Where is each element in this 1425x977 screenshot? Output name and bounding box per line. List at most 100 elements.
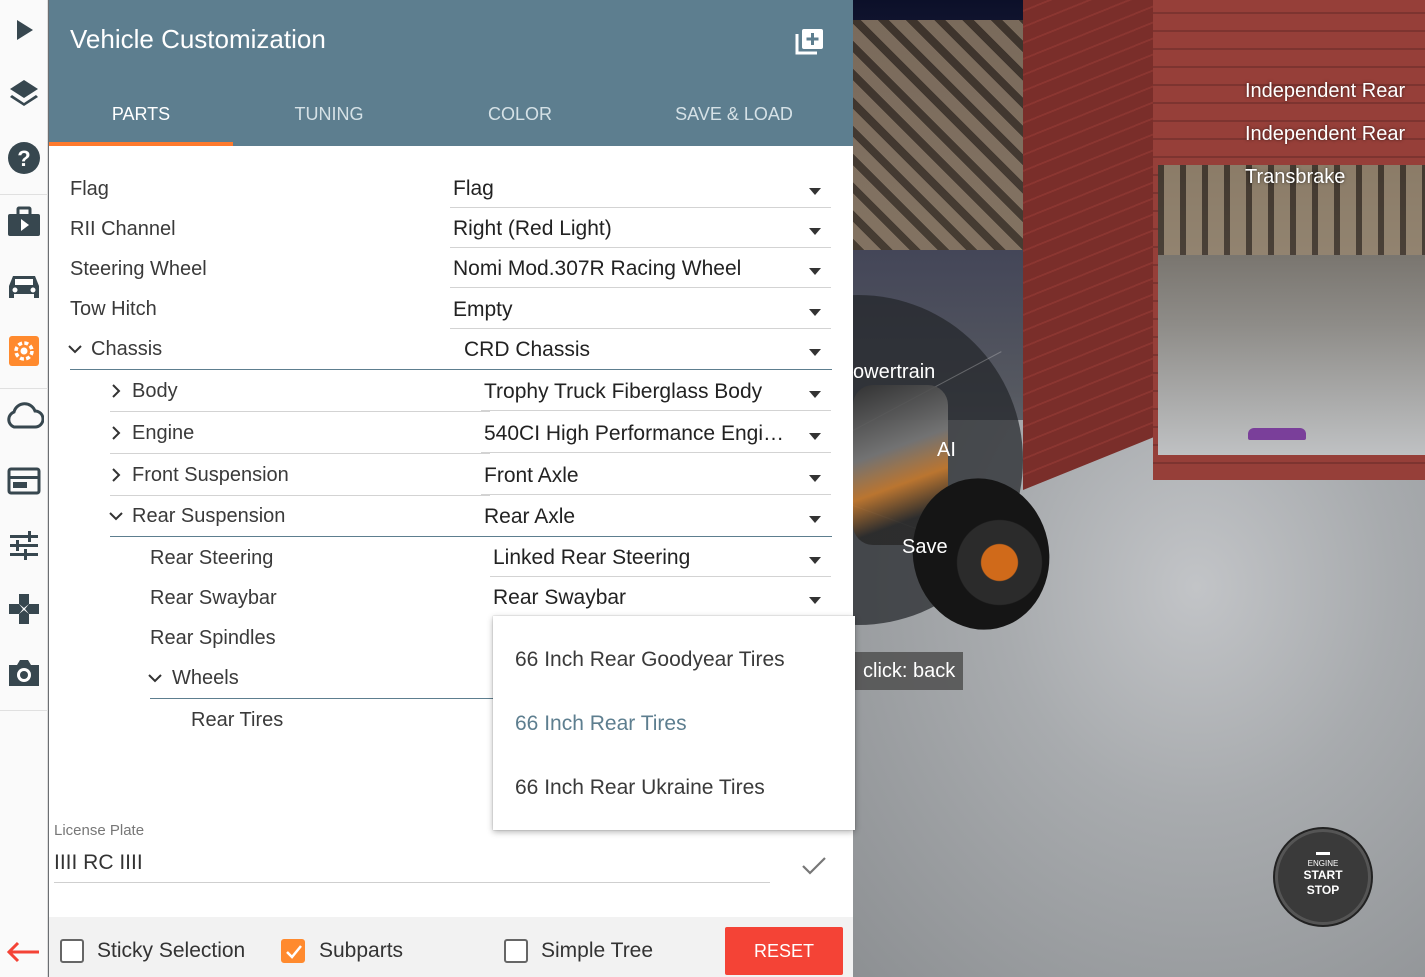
part-select-steering-wheel[interactable]: Nomi Mod.307R Racing Wheel <box>450 254 831 288</box>
settings-icon[interactable] <box>0 321 48 381</box>
checkmark-icon <box>286 945 302 959</box>
part-label-engine[interactable]: Engine <box>132 422 194 445</box>
app-icon-rail: ? <box>0 0 48 977</box>
active-tab-indicator <box>49 142 233 146</box>
chevron-down-icon[interactable] <box>109 509 123 523</box>
rail-divider <box>0 710 48 711</box>
cloud-icon[interactable] <box>0 386 48 446</box>
part-select-front-suspension[interactable]: Front Axle <box>481 461 831 495</box>
part-select-chassis[interactable]: CRD Chassis <box>461 335 831 369</box>
chevron-down-icon[interactable] <box>68 342 82 356</box>
part-select-value: Linked Rear Steering <box>493 546 691 569</box>
part-label-steering-wheel: Steering Wheel <box>70 258 207 280</box>
play-icon[interactable] <box>0 0 48 60</box>
engine-button-stop: STOP <box>1306 883 1340 897</box>
part-select-rear-swaybar[interactable]: Rear Swaybar <box>490 583 831 617</box>
chevron-down-icon[interactable] <box>148 671 162 685</box>
radial-item-ai[interactable]: AI <box>937 439 956 462</box>
engine-indicator <box>1316 852 1330 855</box>
simple-tree-checkbox[interactable] <box>504 939 528 963</box>
overlay-item: Independent Rear <box>1245 123 1406 145</box>
tab-color[interactable]: COLOR <box>425 86 615 146</box>
part-select-value: Nomi Mod.307R Racing Wheel <box>453 257 742 280</box>
dropdown-caret-icon <box>809 188 821 195</box>
camera-icon[interactable] <box>0 643 48 703</box>
part-label-body[interactable]: Body <box>132 380 178 403</box>
panel-title: Vehicle Customization <box>70 24 326 54</box>
part-select-rear-steering[interactable]: Linked Rear Steering <box>490 543 831 577</box>
dropdown-caret-icon <box>809 228 821 235</box>
radial-item-powertrain[interactable]: owertrain <box>853 361 935 384</box>
svg-text:?: ? <box>17 146 30 171</box>
chevron-right-icon[interactable] <box>109 384 123 398</box>
overlay-item: Independent Rear <box>1245 80 1406 102</box>
rear-tires-dropdown-menu: 66 Inch Rear Goodyear Tires 66 Inch Rear… <box>493 616 855 830</box>
car-icon[interactable] <box>0 257 48 317</box>
popout-icon[interactable] <box>795 27 825 55</box>
layers-icon[interactable] <box>0 63 48 123</box>
part-select-flag[interactable]: Flag <box>450 174 831 208</box>
dropdown-caret-icon <box>809 268 821 275</box>
sticky-selection-label[interactable]: Sticky Selection <box>97 939 245 963</box>
part-select-tow-hitch[interactable]: Empty <box>450 295 831 329</box>
dropdown-option[interactable]: 66 Inch Rear Goodyear Tires <box>515 648 785 672</box>
dropdown-caret-icon <box>809 391 821 398</box>
tab-tuning[interactable]: TUNING <box>233 86 425 146</box>
row-divider <box>110 495 490 496</box>
dropdown-caret-icon <box>809 516 821 523</box>
briefcase-play-icon[interactable] <box>0 192 48 252</box>
dropdown-caret-icon <box>809 349 821 356</box>
part-select-value: 540CI High Performance Engi… <box>484 422 784 445</box>
part-label-front-suspension[interactable]: Front Suspension <box>132 464 289 487</box>
back-arrow-icon[interactable] <box>0 922 48 977</box>
license-plate-label: License Plate <box>54 822 145 839</box>
part-label-chassis[interactable]: Chassis <box>91 338 162 361</box>
dropdown-option[interactable]: 66 Inch Rear Ukraine Tires <box>515 776 765 800</box>
sliders-icon[interactable] <box>0 515 48 575</box>
part-select-rear-suspension[interactable]: Rear Axle <box>481 502 831 536</box>
dropdown-caret-icon <box>809 309 821 316</box>
part-select-value: Flag <box>453 177 494 200</box>
tab-bar: PARTS TUNING COLOR SAVE & LOAD <box>49 86 853 146</box>
tab-save-load[interactable]: SAVE & LOAD <box>615 86 853 146</box>
dropdown-caret-icon <box>809 557 821 564</box>
subparts-checkbox[interactable] <box>281 939 305 963</box>
check-icon[interactable] <box>801 855 827 877</box>
part-label-rear-spindles: Rear Spindles <box>150 627 276 649</box>
part-label-wheels[interactable]: Wheels <box>172 667 239 690</box>
part-label-rear-suspension[interactable]: Rear Suspension <box>132 505 285 528</box>
help-icon[interactable]: ? <box>0 128 48 188</box>
gamepad-icon[interactable] <box>0 579 48 639</box>
row-divider <box>110 411 490 412</box>
subparts-label[interactable]: Subparts <box>319 939 403 963</box>
part-select-value: Rear Axle <box>484 505 576 528</box>
group-divider <box>150 698 494 699</box>
part-select-rii-channel[interactable]: Right (Red Light) <box>450 214 831 248</box>
chevron-right-icon[interactable] <box>109 426 123 440</box>
license-plate-underline <box>54 882 770 883</box>
game-viewport[interactable]: owertrain AI Save click: back Independen… <box>853 0 1425 977</box>
part-select-engine[interactable]: 540CI High Performance Engi… <box>481 419 831 453</box>
license-plate-input[interactable]: IIII RC IIII <box>54 851 143 875</box>
radial-item-save[interactable]: Save <box>902 536 948 559</box>
sticky-selection-checkbox[interactable] <box>60 939 84 963</box>
tab-parts[interactable]: PARTS <box>49 86 233 146</box>
engine-start-stop-button[interactable]: ENGINE START STOP <box>1275 829 1371 925</box>
part-select-body[interactable]: Trophy Truck Fiberglass Body <box>481 377 831 411</box>
part-label-rear-tires: Rear Tires <box>191 709 284 731</box>
simple-tree-label[interactable]: Simple Tree <box>541 939 653 963</box>
part-label-rii-channel: RII Channel <box>70 218 176 240</box>
part-select-value: Front Axle <box>484 464 579 487</box>
part-label-tow-hitch: Tow Hitch <box>70 298 157 320</box>
part-select-value: Empty <box>453 298 513 321</box>
chevron-right-icon[interactable] <box>109 468 123 482</box>
engine-button-caption: ENGINE <box>1307 859 1339 868</box>
reset-button[interactable]: RESET <box>725 927 843 975</box>
parked-car <box>1248 428 1306 440</box>
group-divider <box>110 536 832 537</box>
part-select-value: Rear Swaybar <box>493 586 627 609</box>
dropdown-option-selected[interactable]: 66 Inch Rear Tires <box>515 712 687 736</box>
dropdown-caret-icon <box>809 433 821 440</box>
dropdown-caret-icon <box>809 597 821 604</box>
dashboard-icon[interactable] <box>0 451 48 511</box>
